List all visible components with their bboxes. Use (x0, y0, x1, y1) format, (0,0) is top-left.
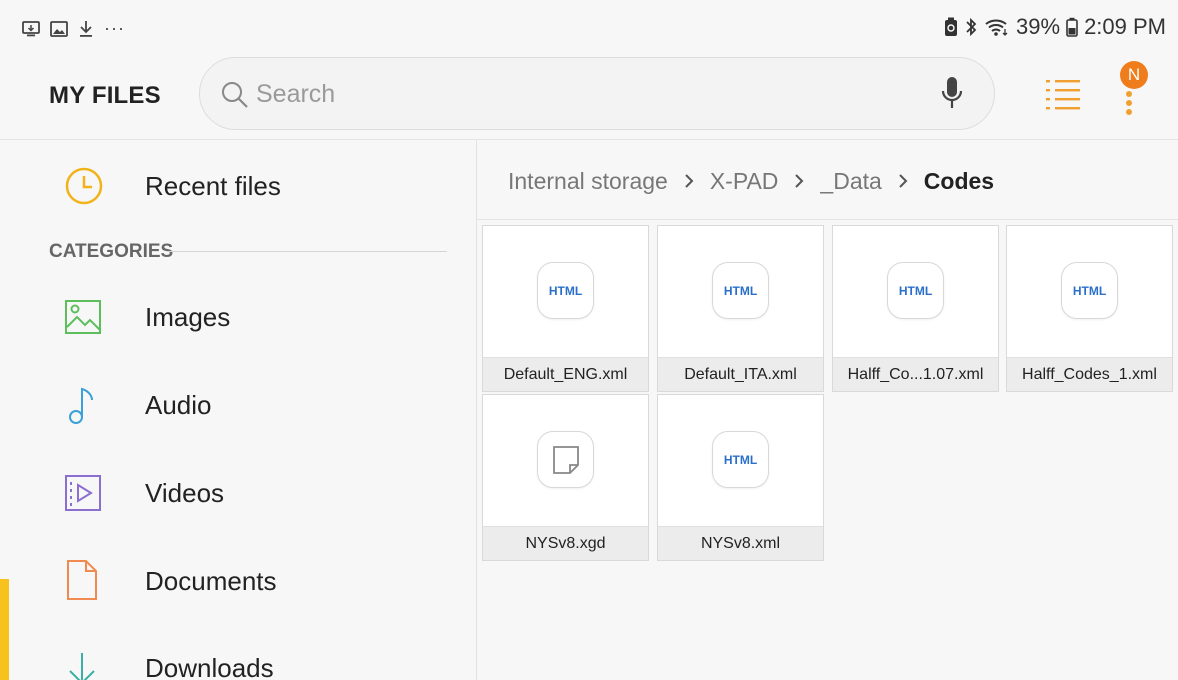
screen-share-icon (22, 20, 40, 37)
breadcrumb: Internal storage X-PAD _Data Codes (477, 140, 1178, 220)
categories-heading: CATEGORIES (49, 241, 174, 262)
sidebar-item-label: Audio (145, 390, 212, 420)
music-note-icon (64, 385, 100, 432)
download-arrow-icon (64, 651, 100, 680)
file-grid: HTML Default_ENG.xml HTML Default_ITA.xm… (477, 221, 1178, 680)
edge-panel-handle[interactable] (0, 579, 9, 680)
bluetooth-icon (964, 17, 978, 37)
sidebar-item-label: Recent files (145, 171, 281, 201)
html-file-icon: HTML (537, 262, 594, 319)
chevron-right-icon (794, 168, 804, 195)
download-icon (78, 20, 94, 38)
more-options-icon[interactable] (1125, 90, 1133, 121)
status-bar: ··· 39% 2:09 PM (0, 0, 1178, 52)
file-name: Default_ENG.xml (483, 357, 648, 391)
breadcrumb-internal-storage[interactable]: Internal storage (508, 168, 668, 195)
overflow-dots-icon: ··· (104, 18, 125, 38)
app-title: MY FILES (49, 82, 161, 109)
file-tile[interactable]: HTML NYSv8.xml (657, 394, 824, 561)
sidebar-item-recent-files[interactable]: Recent files (0, 150, 476, 220)
sidebar-item-documents[interactable]: Documents (0, 545, 476, 615)
breadcrumb-x-pad[interactable]: X-PAD (710, 168, 779, 195)
file-name: Default_ITA.xml (658, 357, 823, 391)
file-tile[interactable]: HTML Halff_Codes_1.xml (1006, 225, 1173, 392)
file-tile[interactable]: HTML Halff_Co...1.07.xml (832, 225, 999, 392)
sidebar-item-label: Videos (145, 478, 225, 508)
sidebar-item-downloads[interactable]: Downloads (0, 635, 476, 680)
sidebar-item-label: Documents (145, 566, 277, 596)
notification-badge: N (1120, 61, 1148, 89)
file-tile[interactable]: NYSv8.xgd (482, 394, 649, 561)
file-name: NYSv8.xgd (483, 526, 648, 560)
battery-percent: 39% (1016, 14, 1061, 39)
status-bar-left: ··· (22, 18, 125, 39)
sidebar-item-images[interactable]: Images (0, 282, 476, 352)
search-icon[interactable] (221, 81, 249, 114)
search-input[interactable] (256, 78, 876, 110)
html-file-icon: HTML (712, 431, 769, 488)
file-tile[interactable]: HTML Default_ENG.xml (482, 225, 649, 392)
battery-icon (1066, 17, 1078, 37)
microphone-icon[interactable] (940, 76, 964, 117)
file-name: Halff_Codes_1.xml (1007, 357, 1172, 391)
file-name: NYSv8.xml (658, 526, 823, 560)
sidebar-item-label: Downloads (145, 653, 274, 680)
file-tile[interactable]: HTML Default_ITA.xml (657, 225, 824, 392)
document-icon (64, 559, 100, 606)
search-bar[interactable] (199, 57, 995, 130)
chevron-right-icon (684, 168, 694, 195)
app-bar: MY FILES N (0, 52, 1178, 140)
image-icon (50, 20, 68, 37)
my-files-app: ··· 39% 2:09 PM MY FILES Search N Recent… (0, 0, 1178, 680)
generic-file-icon (537, 431, 594, 488)
breadcrumb-data[interactable]: _Data (820, 168, 881, 195)
breadcrumb-current: Codes (923, 168, 995, 194)
chevron-right-icon (898, 168, 908, 195)
clock-icon (64, 166, 104, 211)
more-options-button[interactable]: N (1112, 60, 1152, 124)
html-file-icon: HTML (712, 262, 769, 319)
battery-saver-icon (944, 17, 958, 37)
status-bar-right: 39% 2:09 PM (944, 14, 1166, 40)
categories-divider (167, 251, 447, 252)
breadcrumb-path: Internal storage X-PAD _Data Codes (508, 168, 994, 195)
wifi-icon (984, 17, 1010, 37)
sidebar-item-videos[interactable]: Videos (0, 458, 476, 528)
list-view-icon[interactable] (1046, 79, 1080, 116)
clock-time: 2:09 PM (1084, 14, 1166, 39)
sidebar-item-label: Images (145, 302, 231, 332)
html-file-icon: HTML (887, 262, 944, 319)
sidebar: Recent files CATEGORIES Images Audio Vid… (0, 140, 476, 680)
sidebar-item-audio[interactable]: Audio (0, 370, 476, 440)
video-icon (64, 474, 102, 517)
html-file-icon: HTML (1061, 262, 1118, 319)
image-icon (64, 299, 102, 340)
file-name: Halff_Co...1.07.xml (833, 357, 998, 391)
